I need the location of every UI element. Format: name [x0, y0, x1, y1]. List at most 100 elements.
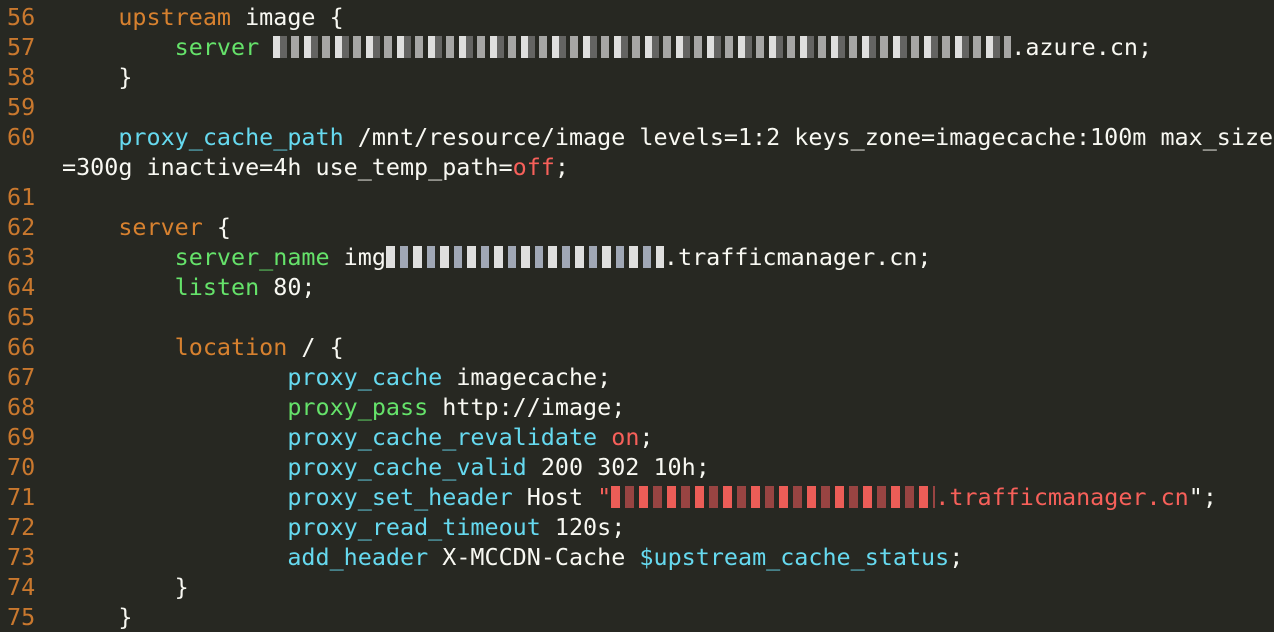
code-token: " — [597, 483, 612, 511]
code-line[interactable]: 67 proxy_cache imagecache; — [0, 362, 1274, 392]
code-token: server_name — [174, 243, 330, 271]
line-number: 57 — [7, 33, 36, 61]
code-token: Host — [512, 483, 598, 511]
code-token: upstream — [118, 3, 232, 31]
code-token: /mnt/resource/image levels=1:2 keys_zone… — [343, 123, 1274, 151]
code-token: ; — [949, 543, 964, 571]
code-line[interactable]: =300g inactive=4h use_temp_path=off; — [0, 152, 1274, 182]
line-code: add_header X-MCCDN-Cache $upstream_cache… — [62, 542, 963, 572]
line-code: server .azure.cn; — [62, 32, 1152, 62]
line-number: 72 — [7, 513, 36, 541]
line-number: 67 — [7, 363, 36, 391]
line-number: 66 — [7, 333, 36, 361]
code-token: proxy_cache — [287, 363, 443, 391]
line-code: proxy_cache_path /mnt/resource/image lev… — [62, 122, 1273, 152]
line-number: 63 — [7, 243, 36, 271]
line-code: location / { — [62, 332, 344, 362]
code-token: { — [202, 213, 232, 241]
line-code: server { — [62, 212, 231, 242]
line-code: server_name img .trafficmanager.cn; — [62, 242, 932, 272]
code-line[interactable]: 69 proxy_cache_revalidate on; — [0, 422, 1274, 452]
code-token: } — [118, 603, 133, 631]
code-line[interactable]: 56 upstream image { — [0, 2, 1274, 32]
redacted-text — [611, 486, 936, 508]
code-line[interactable]: 64 listen 80; — [0, 272, 1274, 302]
code-line[interactable]: 75 } — [0, 602, 1274, 632]
line-code: upstream image { — [62, 2, 343, 32]
code-line[interactable]: 57 server .azure.cn; — [0, 32, 1274, 62]
line-number: 64 — [7, 273, 36, 301]
code-token: .azure.cn; — [1011, 33, 1153, 61]
line-number: 68 — [7, 393, 36, 421]
line-code: } — [62, 62, 132, 92]
code-token: "; — [1188, 483, 1217, 511]
code-token: } — [174, 573, 189, 601]
code-line[interactable]: 74 } — [0, 572, 1274, 602]
line-code: } — [62, 602, 132, 632]
code-token: imagecache; — [442, 363, 612, 391]
code-token: proxy_read_timeout — [287, 513, 541, 541]
code-token: listen — [174, 273, 260, 301]
code-token: proxy_set_header — [287, 483, 513, 511]
code-token: 200 302 10h; — [526, 453, 710, 481]
code-line[interactable]: 58 } — [0, 62, 1274, 92]
code-line[interactable]: 66 location / { — [0, 332, 1274, 362]
code-editor[interactable]: 56 upstream image {57 server .azure.cn; 5… — [0, 0, 1274, 632]
code-line[interactable]: 70 proxy_cache_valid 200 302 10h; — [0, 452, 1274, 482]
code-token: } — [118, 63, 133, 91]
code-token: location — [174, 333, 288, 361]
code-line[interactable]: 63 server_name img .trafficmanager.cn; — [0, 242, 1274, 272]
line-code: proxy_read_timeout 120s; — [62, 512, 625, 542]
code-token: 120s; — [540, 513, 626, 541]
line-number: 70 — [7, 453, 36, 481]
line-code: proxy_pass http://image; — [62, 392, 625, 422]
code-token: proxy_cache_valid — [287, 453, 527, 481]
line-number: 71 — [7, 483, 36, 511]
code-token: X-MCCDN-Cache — [428, 543, 640, 571]
code-token: ; — [639, 423, 654, 451]
code-line[interactable]: 73 add_header X-MCCDN-Cache $upstream_ca… — [0, 542, 1274, 572]
code-line[interactable]: 59 — [0, 92, 1274, 122]
line-number: 74 — [7, 573, 36, 601]
redacted-text — [273, 36, 1012, 58]
line-number: 75 — [7, 603, 36, 631]
code-token: server — [118, 213, 203, 241]
line-code: listen 80; — [62, 272, 316, 302]
code-line[interactable]: 68 proxy_pass http://image; — [0, 392, 1274, 422]
code-token: img — [329, 243, 386, 271]
redacted-text — [385, 246, 664, 268]
line-number: 61 — [7, 183, 36, 211]
code-token: proxy_cache_path — [118, 123, 344, 151]
code-token: off — [512, 153, 555, 181]
code-line[interactable]: 71 proxy_set_header Host " .trafficmanage… — [0, 482, 1274, 512]
line-code: proxy_set_header Host " .trafficmanager.c… — [62, 482, 1217, 512]
code-line[interactable]: 61 — [0, 182, 1274, 212]
code-token: / { — [287, 333, 344, 361]
code-token: ; — [554, 153, 569, 181]
code-line[interactable]: 60 proxy_cache_path /mnt/resource/image … — [0, 122, 1274, 152]
code-token: server — [174, 33, 260, 61]
line-number: 56 — [7, 3, 36, 31]
code-token: http://image; — [428, 393, 626, 421]
code-line[interactable]: 65 — [0, 302, 1274, 332]
code-line[interactable]: 72 proxy_read_timeout 120s; — [0, 512, 1274, 542]
code-line[interactable]: 62 server { — [0, 212, 1274, 242]
line-code: } — [62, 572, 189, 602]
line-number: 62 — [7, 213, 36, 241]
